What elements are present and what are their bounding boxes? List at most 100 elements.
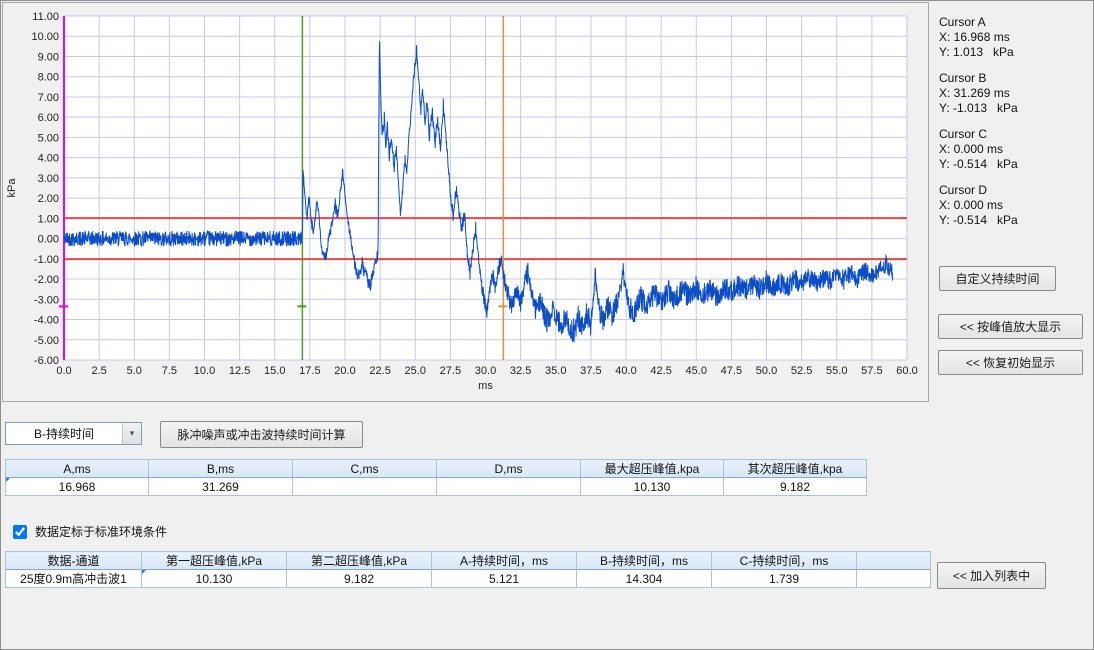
- svg-text:32.5: 32.5: [510, 365, 531, 377]
- svg-text:0.00: 0.00: [38, 234, 59, 246]
- svg-text:2.5: 2.5: [91, 365, 106, 377]
- svg-text:5.0: 5.0: [127, 365, 142, 377]
- col-empty: [857, 552, 931, 570]
- cell-c-duration[interactable]: 1.739: [712, 570, 857, 588]
- cursor-b-x: X: 31.269 ms: [939, 86, 1018, 101]
- svg-text:3.00: 3.00: [38, 173, 59, 185]
- chevron-down-icon[interactable]: ▾: [122, 423, 141, 444]
- standard-conditions-row[interactable]: 数据定标于标准环境条件: [13, 523, 167, 540]
- zoom-to-peak-button[interactable]: << 按峰值放大显示: [938, 314, 1083, 339]
- cell-b-ms[interactable]: 31.269: [149, 478, 293, 496]
- cursor-b-readout: Cursor B X: 31.269 ms Y: -1.013 kPa: [939, 71, 1018, 116]
- cell-first-peak[interactable]: 10.130: [142, 570, 287, 588]
- svg-text:12.5: 12.5: [229, 365, 250, 377]
- svg-text:17.5: 17.5: [299, 365, 320, 377]
- cell-b-duration[interactable]: 14.304: [577, 570, 712, 588]
- svg-text:10.0: 10.0: [194, 365, 215, 377]
- col-data-channel: 数据-通道: [6, 552, 142, 570]
- cursor-results-row: 16.968 31.269 10.130 9.182: [6, 478, 867, 496]
- svg-text:ms: ms: [478, 380, 493, 392]
- col-second-peak2: 第二超压峰值,kPa: [287, 552, 432, 570]
- col-a-duration: A-持续时间，ms: [432, 552, 577, 570]
- cursor-c-readout: Cursor C X: 0.000 ms Y: -0.514 kPa: [939, 127, 1018, 172]
- svg-text:15.0: 15.0: [264, 365, 285, 377]
- svg-text:35.0: 35.0: [545, 365, 566, 377]
- waveform-chart-panel[interactable]: 0.02.55.07.510.012.515.017.520.022.525.0…: [2, 2, 929, 402]
- duration-type-value: B-持续时间: [6, 425, 122, 442]
- cell-a-duration[interactable]: 5.121: [432, 570, 577, 588]
- svg-text:5.00: 5.00: [38, 132, 59, 144]
- svg-text:10.00: 10.00: [31, 31, 59, 43]
- svg-text:8.00: 8.00: [38, 72, 59, 84]
- svg-text:40.0: 40.0: [615, 365, 636, 377]
- col-d-ms: D,ms: [437, 460, 581, 478]
- cursor-a-title: Cursor A: [939, 15, 1014, 30]
- svg-text:-3.00: -3.00: [34, 294, 59, 306]
- col-max-peak: 最大超压峰值,kpa: [581, 460, 724, 478]
- cell-second-peak2[interactable]: 9.182: [287, 570, 432, 588]
- cursor-d-x: X: 0.000 ms: [939, 198, 1018, 213]
- svg-text:9.00: 9.00: [38, 51, 59, 63]
- svg-text:7.00: 7.00: [38, 92, 59, 104]
- svg-text:60.0: 60.0: [896, 365, 917, 377]
- cursor-a-x: X: 16.968 ms: [939, 30, 1014, 45]
- svg-text:50.0: 50.0: [756, 365, 777, 377]
- standard-conditions-checkbox[interactable]: [13, 525, 27, 539]
- cell-second-peak[interactable]: 9.182: [724, 478, 867, 496]
- svg-text:11.00: 11.00: [32, 11, 59, 23]
- cursor-c-x: X: 0.000 ms: [939, 142, 1018, 157]
- col-c-duration: C-持续时间，ms: [712, 552, 857, 570]
- channel-summary-header-row: 数据-通道 第一超压峰值,kPa 第二超压峰值,kPa A-持续时间，ms B-…: [6, 552, 931, 570]
- duration-type-dropdown[interactable]: B-持续时间 ▾: [5, 422, 142, 445]
- cell-empty[interactable]: [857, 570, 931, 588]
- cursor-b-y: Y: -1.013 kPa: [939, 101, 1018, 116]
- cell-a-ms[interactable]: 16.968: [6, 478, 149, 496]
- custom-duration-button[interactable]: 自定义持续时间: [939, 266, 1056, 291]
- cursor-a-y: Y: 1.013 kPa: [939, 45, 1014, 60]
- svg-text:52.5: 52.5: [791, 365, 812, 377]
- cell-d-ms[interactable]: [437, 478, 581, 496]
- svg-text:42.5: 42.5: [650, 365, 671, 377]
- app-window: 0.02.55.07.510.012.515.017.520.022.525.0…: [0, 0, 1094, 650]
- cell-c-ms[interactable]: [293, 478, 437, 496]
- cursor-results-table: A,ms B,ms C,ms D,ms 最大超压峰值,kpa 其次超压峰值,kp…: [5, 459, 867, 496]
- svg-text:-6.00: -6.00: [34, 355, 59, 367]
- svg-text:45.0: 45.0: [686, 365, 707, 377]
- cursor-c-y: Y: -0.514 kPa: [939, 157, 1018, 172]
- channel-summary-row: 25度0.9m高冲击波1 10.130 9.182 5.121 14.304 1…: [6, 570, 931, 588]
- svg-text:-2.00: -2.00: [34, 274, 59, 286]
- col-b-ms: B,ms: [149, 460, 293, 478]
- add-to-list-button[interactable]: << 加入列表中: [937, 562, 1046, 589]
- svg-text:4.00: 4.00: [38, 153, 59, 165]
- cursor-a-readout: Cursor A X: 16.968 ms Y: 1.013 kPa: [939, 15, 1014, 60]
- col-first-peak: 第一超压峰值,kPa: [142, 552, 287, 570]
- svg-text:37.5: 37.5: [580, 365, 601, 377]
- cursor-results-header-row: A,ms B,ms C,ms D,ms 最大超压峰值,kpa 其次超压峰值,kp…: [6, 460, 867, 478]
- svg-text:-4.00: -4.00: [34, 315, 59, 327]
- cell-max-peak[interactable]: 10.130: [581, 478, 724, 496]
- svg-text:20.0: 20.0: [334, 365, 355, 377]
- cursor-d-title: Cursor D: [939, 183, 1018, 198]
- cursor-c-title: Cursor C: [939, 127, 1018, 142]
- col-second-peak: 其次超压峰值,kpa: [724, 460, 867, 478]
- cursor-d-y: Y: -0.514 kPa: [939, 213, 1018, 228]
- svg-text:55.0: 55.0: [826, 365, 847, 377]
- cursor-b-title: Cursor B: [939, 71, 1018, 86]
- svg-text:30.0: 30.0: [475, 365, 496, 377]
- svg-text:2.00: 2.00: [38, 193, 59, 205]
- col-c-ms: C,ms: [293, 460, 437, 478]
- svg-text:1.00: 1.00: [38, 213, 59, 225]
- svg-text:47.5: 47.5: [721, 365, 742, 377]
- svg-text:25.0: 25.0: [405, 365, 426, 377]
- svg-text:kPa: kPa: [6, 178, 18, 198]
- channel-summary-table: 数据-通道 第一超压峰值,kPa 第二超压峰值,kPa A-持续时间，ms B-…: [5, 551, 931, 588]
- cell-data-channel[interactable]: 25度0.9m高冲击波1: [6, 570, 142, 588]
- svg-text:6.00: 6.00: [38, 112, 59, 124]
- standard-conditions-label: 数据定标于标准环境条件: [35, 523, 167, 540]
- restore-view-button[interactable]: << 恢复初始显示: [938, 350, 1083, 375]
- cursor-d-readout: Cursor D X: 0.000 ms Y: -0.514 kPa: [939, 183, 1018, 228]
- waveform-plot[interactable]: 0.02.55.07.510.012.515.017.520.022.525.0…: [3, 3, 928, 401]
- calc-duration-button[interactable]: 脉冲噪声或冲击波持续时间计算: [160, 421, 363, 448]
- svg-text:57.5: 57.5: [861, 365, 882, 377]
- col-b-duration: B-持续时间，ms: [577, 552, 712, 570]
